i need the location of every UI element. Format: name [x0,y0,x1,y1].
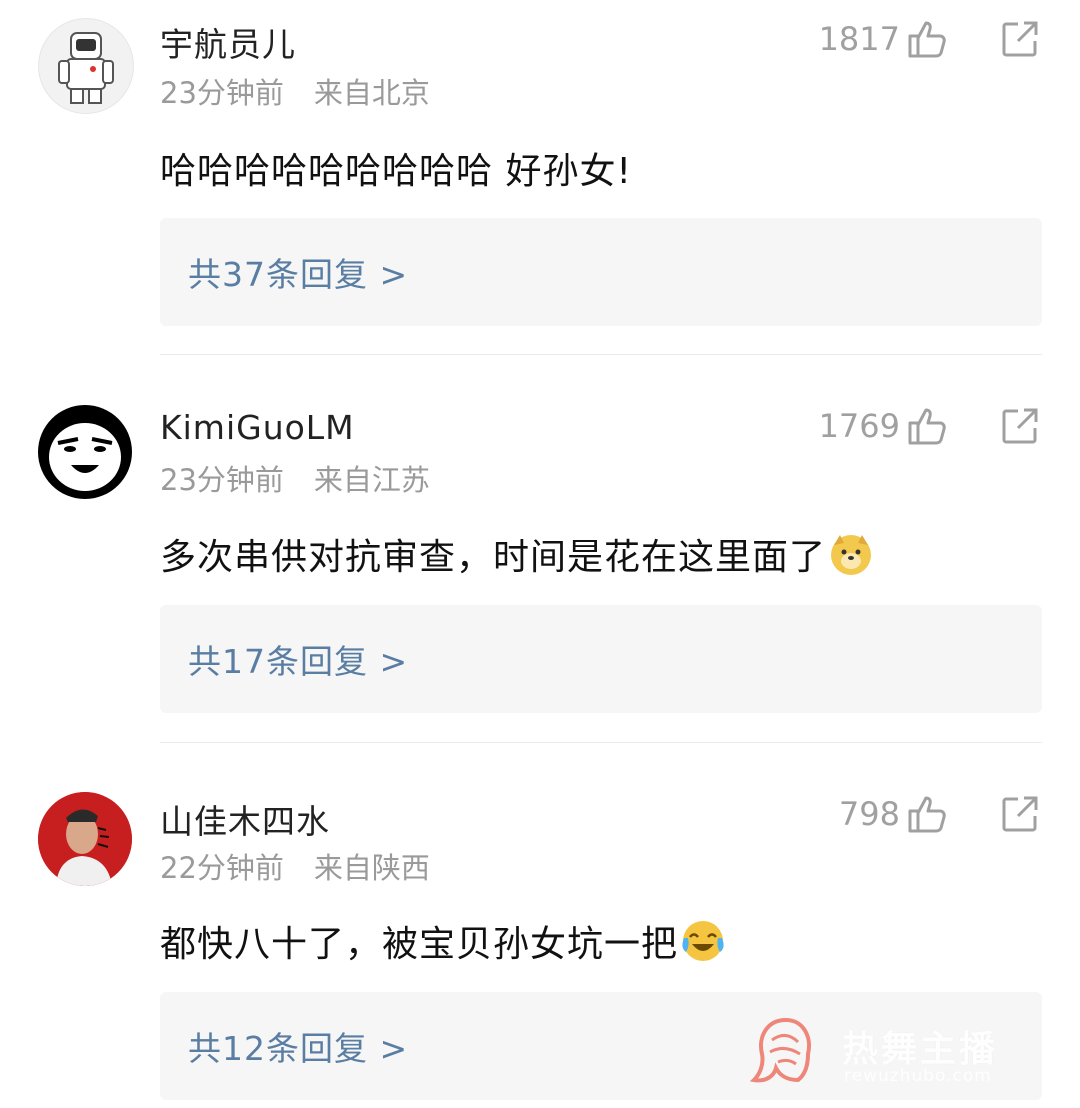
thumbs-up-icon[interactable] [906,793,948,835]
replies-link[interactable]: 共37条回复 > [160,218,1042,326]
username[interactable]: 宇航员儿 [160,18,296,66]
comment-actions: 1769 [819,405,1040,447]
share-icon[interactable] [1000,19,1040,59]
comment-time: 23分钟前 [160,463,284,497]
watermark-logo-icon [750,1017,811,1083]
comment-location: 来自陕西 [313,851,430,885]
divider [160,354,1042,355]
replies-label: 共37条回复 > [188,255,409,294]
comment-location: 来自江苏 [313,463,430,497]
comment-text-content: 哈哈哈哈哈哈哈哈哈 好孙女! [160,151,632,192]
comment-time: 22分钟前 [160,851,284,885]
username[interactable]: KimiGuoLM [160,408,355,447]
comment-location: 来自北京 [313,76,430,110]
replies-label: 共12条回复 > [188,1029,409,1068]
watermark-url: rewuzhubo.com [844,1066,992,1086]
comment-actions: 798 [839,793,1040,835]
comment-text: 多次串供对抗审查，时间是花在这里面了 [160,528,874,580]
comment-meta: 23分钟前 来自北京 [160,70,430,112]
photo-avatar-icon[interactable] [38,792,132,886]
meme-face-avatar-icon[interactable] [38,405,132,499]
replies-label: 共17条回复 > [188,642,409,681]
like-count: 1769 [818,407,900,445]
thumbs-up-icon[interactable] [906,405,948,447]
replies-link[interactable]: 共17条回复 > [160,605,1042,713]
comment-meta: 23分钟前 来自江苏 [160,457,430,499]
comment-text-content: 都快八十了，被宝贝孙女坑一把 [160,924,679,965]
comment-text-content: 多次串供对抗审查，时间是花在这里面了 [160,537,827,578]
like-count: 1817 [818,20,900,58]
comment-meta: 22分钟前 来自陕西 [160,845,430,887]
comment-text: 都快八十了，被宝贝孙女坑一把 [160,915,726,967]
share-icon[interactable] [1000,794,1040,834]
comment-text: 哈哈哈哈哈哈哈哈哈 好孙女! [160,142,632,194]
share-icon[interactable] [1000,406,1040,446]
thumbs-up-icon[interactable] [906,18,948,60]
watermark: 热舞主播 rewuzhubo.com [750,1014,1040,1094]
divider [160,742,1042,743]
username[interactable]: 山佳木四水 [160,795,330,843]
comment-actions: 1817 [819,18,1040,60]
like-count: 798 [838,795,900,833]
doge-emoji-icon [831,535,872,575]
laugh-cry-emoji-icon [682,921,724,961]
astronaut-avatar-icon[interactable] [38,18,134,114]
comment-time: 23分钟前 [160,76,284,110]
watermark-title: 热舞主播 [842,1029,999,1070]
